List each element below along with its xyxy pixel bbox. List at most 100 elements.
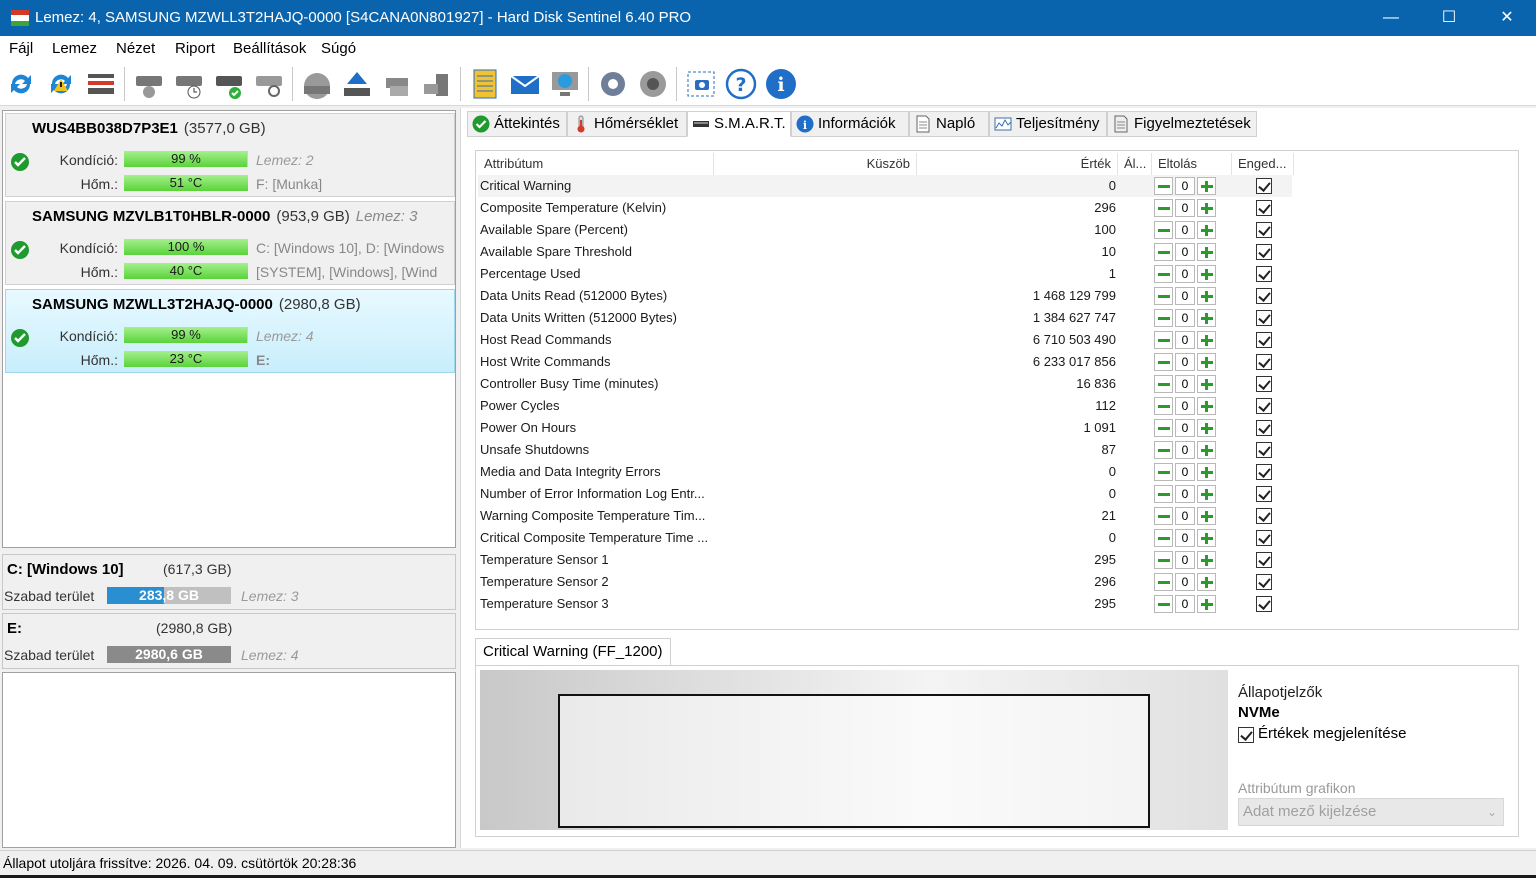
menu-settings[interactable]: Beállítások bbox=[233, 40, 306, 57]
column-header-value[interactable]: Érték bbox=[917, 153, 1118, 175]
table-row[interactable]: Temperature Sensor 2 296 0 bbox=[478, 571, 1292, 593]
offset-increase-button[interactable] bbox=[1197, 221, 1216, 239]
offset-decrease-button[interactable] bbox=[1154, 199, 1173, 217]
enabled-checkbox[interactable] bbox=[1256, 200, 1272, 216]
table-row[interactable]: Temperature Sensor 1 295 0 bbox=[478, 549, 1292, 571]
table-row[interactable]: Data Units Written (512000 Bytes) 1 384 6… bbox=[478, 307, 1292, 329]
report-icon[interactable] bbox=[468, 66, 502, 102]
menu-file[interactable]: Fájl bbox=[9, 40, 33, 57]
enabled-checkbox[interactable] bbox=[1256, 464, 1272, 480]
offset-decrease-button[interactable] bbox=[1154, 573, 1173, 591]
table-row[interactable]: Critical Warning 0 0 bbox=[478, 175, 1292, 197]
offset-decrease-button[interactable] bbox=[1154, 551, 1173, 569]
offset-increase-button[interactable] bbox=[1197, 595, 1216, 613]
disk-check-icon[interactable] bbox=[212, 66, 246, 102]
offset-decrease-button[interactable] bbox=[1154, 309, 1173, 327]
refresh-icon[interactable] bbox=[4, 66, 38, 102]
tab-information[interactable]: i Információk bbox=[791, 111, 909, 137]
data-field-select[interactable]: Adat mező kijelzése ⌄ bbox=[1238, 798, 1504, 826]
enabled-checkbox[interactable] bbox=[1256, 574, 1272, 590]
offset-decrease-button[interactable] bbox=[1154, 331, 1173, 349]
offset-increase-button[interactable] bbox=[1197, 309, 1216, 327]
menu-report[interactable]: Riport bbox=[175, 40, 215, 57]
network-icon[interactable] bbox=[548, 66, 582, 102]
volume-item[interactable]: E: (2980,8 GB) Szabad terület 2980,6 GB … bbox=[2, 613, 456, 669]
offset-decrease-button[interactable] bbox=[1154, 375, 1173, 393]
help-icon[interactable]: ? bbox=[724, 66, 758, 102]
table-row[interactable]: Power Cycles 112 0 bbox=[478, 395, 1292, 417]
tab-log[interactable]: Napló bbox=[909, 111, 989, 137]
table-row[interactable]: Available Spare Threshold 10 0 bbox=[478, 241, 1292, 263]
disk-search-icon[interactable] bbox=[252, 66, 286, 102]
offset-decrease-button[interactable] bbox=[1154, 177, 1173, 195]
enabled-checkbox[interactable] bbox=[1256, 310, 1272, 326]
minimize-button[interactable]: — bbox=[1362, 0, 1420, 36]
offset-increase-button[interactable] bbox=[1197, 199, 1216, 217]
table-row[interactable]: Composite Temperature (Kelvin) 296 0 bbox=[478, 197, 1292, 219]
menu-help[interactable]: Súgó bbox=[321, 40, 356, 57]
offset-increase-button[interactable] bbox=[1197, 441, 1216, 459]
offset-increase-button[interactable] bbox=[1197, 397, 1216, 415]
offset-decrease-button[interactable] bbox=[1154, 221, 1173, 239]
enabled-checkbox[interactable] bbox=[1256, 178, 1272, 194]
tab-warnings[interactable]: Figyelmeztetések bbox=[1107, 111, 1257, 137]
offset-decrease-button[interactable] bbox=[1154, 353, 1173, 371]
offset-decrease-button[interactable] bbox=[1154, 265, 1173, 283]
disk-item[interactable]: SAMSUNG MZVLB1T0HBLR-0000 (953,9 GB) Lemez… bbox=[5, 201, 455, 285]
disk-clock-icon[interactable] bbox=[172, 66, 206, 102]
offset-decrease-button[interactable] bbox=[1154, 287, 1173, 305]
enabled-checkbox[interactable] bbox=[1256, 222, 1272, 238]
table-row[interactable]: Number of Error Information Log Entr... 0… bbox=[478, 483, 1292, 505]
offset-decrease-button[interactable] bbox=[1154, 243, 1173, 261]
show-values-label[interactable]: Értékek megjelenítése bbox=[1258, 725, 1406, 742]
offset-increase-button[interactable] bbox=[1197, 287, 1216, 305]
tab-smart[interactable]: S.M.A.R.T. bbox=[687, 111, 791, 137]
table-row[interactable]: Percentage Used 1 0 bbox=[478, 263, 1292, 285]
column-header-offset[interactable]: Eltolás bbox=[1152, 153, 1232, 175]
enabled-checkbox[interactable] bbox=[1256, 332, 1272, 348]
offset-increase-button[interactable] bbox=[1197, 177, 1216, 195]
offset-decrease-button[interactable] bbox=[1154, 485, 1173, 503]
tab-attribute-detail[interactable]: Critical Warning (FF_1200) bbox=[475, 638, 671, 666]
disk-settings-icon[interactable] bbox=[132, 66, 166, 102]
offset-increase-button[interactable] bbox=[1197, 463, 1216, 481]
table-row[interactable]: Temperature Sensor 3 295 0 bbox=[478, 593, 1292, 615]
enabled-checkbox[interactable] bbox=[1256, 354, 1272, 370]
show-values-checkbox[interactable] bbox=[1238, 727, 1254, 743]
column-header-enabled[interactable]: Enged... bbox=[1232, 153, 1294, 175]
info-icon[interactable]: i bbox=[764, 66, 798, 102]
offset-decrease-button[interactable] bbox=[1154, 397, 1173, 415]
menu-disk[interactable]: Lemez bbox=[52, 40, 97, 57]
screenshot-icon[interactable] bbox=[684, 66, 718, 102]
offset-increase-button[interactable] bbox=[1197, 551, 1216, 569]
offset-increase-button[interactable] bbox=[1197, 243, 1216, 261]
table-row[interactable]: Host Read Commands 6 710 503 490 0 bbox=[478, 329, 1292, 351]
enabled-checkbox[interactable] bbox=[1256, 530, 1272, 546]
table-row[interactable]: Critical Composite Temperature Time ... 0… bbox=[478, 527, 1292, 549]
mail-icon[interactable] bbox=[508, 66, 542, 102]
close-button[interactable]: ✕ bbox=[1478, 0, 1536, 36]
enabled-checkbox[interactable] bbox=[1256, 266, 1272, 282]
column-header-threshold[interactable]: Küszöb bbox=[714, 153, 917, 175]
sound-icon[interactable] bbox=[636, 66, 670, 102]
enabled-checkbox[interactable] bbox=[1256, 244, 1272, 260]
offset-decrease-button[interactable] bbox=[1154, 463, 1173, 481]
eject-icon[interactable] bbox=[340, 66, 374, 102]
table-row[interactable]: Warning Composite Temperature Tim... 21 0 bbox=[478, 505, 1292, 527]
offset-decrease-button[interactable] bbox=[1154, 595, 1173, 613]
offset-increase-button[interactable] bbox=[1197, 331, 1216, 349]
enabled-checkbox[interactable] bbox=[1256, 442, 1272, 458]
offset-increase-button[interactable] bbox=[1197, 485, 1216, 503]
enabled-checkbox[interactable] bbox=[1256, 288, 1272, 304]
offset-decrease-button[interactable] bbox=[1154, 507, 1173, 525]
enabled-checkbox[interactable] bbox=[1256, 420, 1272, 436]
table-row[interactable]: Available Spare (Percent) 100 0 bbox=[478, 219, 1292, 241]
menu-view[interactable]: Nézet bbox=[116, 40, 155, 57]
disk-gray-icon[interactable] bbox=[300, 66, 334, 102]
settings-icon[interactable] bbox=[596, 66, 630, 102]
disk-item-selected[interactable]: SAMSUNG MZWLL3T2HAJQ-0000 (2980,8 GB) Kon… bbox=[5, 289, 455, 373]
offset-increase-button[interactable] bbox=[1197, 419, 1216, 437]
offset-increase-button[interactable] bbox=[1197, 529, 1216, 547]
disk-item[interactable]: WUS4BB038D7P3E1 (3577,0 GB) Kondíció: 99 … bbox=[5, 113, 455, 197]
table-row[interactable]: Host Write Commands 6 233 017 856 0 bbox=[478, 351, 1292, 373]
